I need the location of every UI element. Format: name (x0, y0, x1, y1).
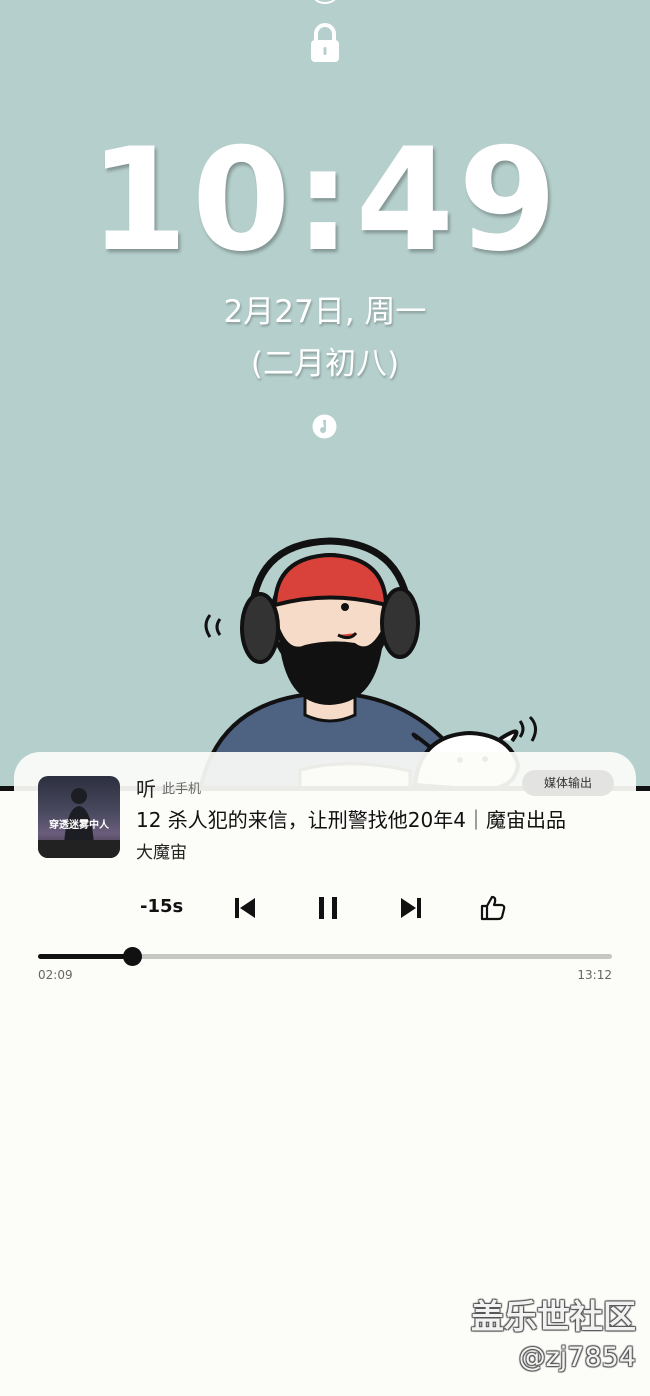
forum-watermark: 盖乐世社区 (471, 1297, 636, 1336)
track-title: 12 杀人犯的来信，让刑警找他20年4｜魔宙出品 (136, 808, 566, 832)
lockscreen-wallpaper: 10:49 2月27日, 周一 (二月初八) (0, 0, 650, 790)
next-track-icon[interactable] (395, 892, 427, 924)
camera-cutout (313, 0, 337, 4)
user-watermark: @zj7854 (518, 1342, 636, 1373)
lunar-date: (二月初八) (250, 346, 400, 382)
lockscreen-clock: 10:49 (88, 118, 561, 283)
previous-track-icon[interactable] (229, 892, 261, 924)
lockscreen-date: 2月27日, 周一 (223, 294, 427, 330)
seek-bar-thumb[interactable] (122, 947, 142, 966)
lock-icon[interactable] (308, 22, 342, 64)
app-name: 听 (136, 776, 156, 801)
seek-bar-fill (38, 954, 132, 959)
track-artist: 大魔宙 (136, 843, 187, 863)
media-source: 听 此手机 (136, 776, 202, 801)
pause-icon[interactable] (312, 892, 344, 924)
media-player-card[interactable]: 穿透迷雾中人 听 此手机 媒体输出 12 杀人犯的来信，让刑警找他20年4｜魔宙… (14, 752, 636, 998)
album-art[interactable]: 穿透迷雾中人 (38, 776, 120, 858)
playback-controls: -15s (14, 888, 636, 928)
elapsed-time: 02:09 (38, 968, 73, 982)
music-note-icon[interactable] (312, 414, 337, 439)
total-time: 13:12 (577, 968, 612, 982)
device-name: 此手机 (162, 781, 202, 797)
seek-bar[interactable] (38, 947, 612, 966)
media-output-button[interactable]: 媒体输出 (522, 770, 614, 796)
thumbs-up-icon[interactable] (477, 892, 509, 924)
rewind-15s-button[interactable]: -15s (140, 896, 183, 917)
album-art-title: 穿透迷雾中人 (49, 820, 109, 831)
